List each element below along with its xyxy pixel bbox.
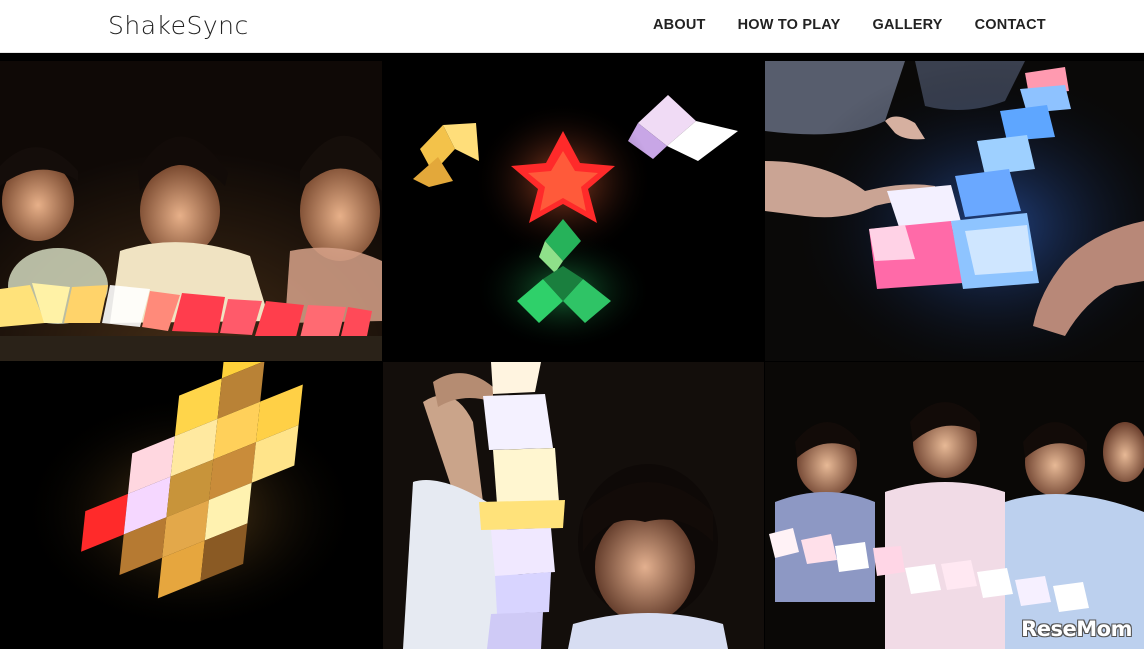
top-navbar: ShakeSync ABOUT HOW TO PLAY GALLERY CONT… bbox=[0, 0, 1144, 53]
photo-image bbox=[383, 362, 764, 649]
photo-image bbox=[383, 61, 764, 361]
gallery-photo-star-flower[interactable] bbox=[383, 61, 764, 361]
nav-how-to-play-link[interactable]: HOW TO PLAY bbox=[738, 17, 841, 33]
gallery-photo-hands-blue-chain[interactable] bbox=[765, 61, 1144, 361]
gallery-photo-diamond-grid[interactable] bbox=[0, 362, 382, 649]
watermark-logo: ReseMom bbox=[1021, 617, 1132, 641]
nav-gallery-link[interactable]: GALLERY bbox=[872, 17, 942, 33]
site-logo[interactable]: ShakeSync bbox=[108, 11, 249, 40]
photo-image bbox=[765, 362, 1144, 649]
gallery-photo-children-holding-tiles[interactable]: ReseMom bbox=[765, 362, 1144, 649]
photo-image bbox=[0, 61, 382, 361]
nav-about-link[interactable]: ABOUT bbox=[653, 17, 706, 33]
gallery-photo-child-stacking[interactable] bbox=[383, 362, 764, 649]
photo-image bbox=[0, 362, 382, 649]
gallery-photo-children-tile-row[interactable] bbox=[0, 61, 382, 361]
photo-image bbox=[765, 61, 1144, 361]
main-nav: ABOUT HOW TO PLAY GALLERY CONTACT bbox=[653, 17, 1046, 33]
nav-contact-link[interactable]: CONTACT bbox=[975, 17, 1046, 33]
photo-gallery: ReseMom bbox=[0, 61, 1144, 649]
